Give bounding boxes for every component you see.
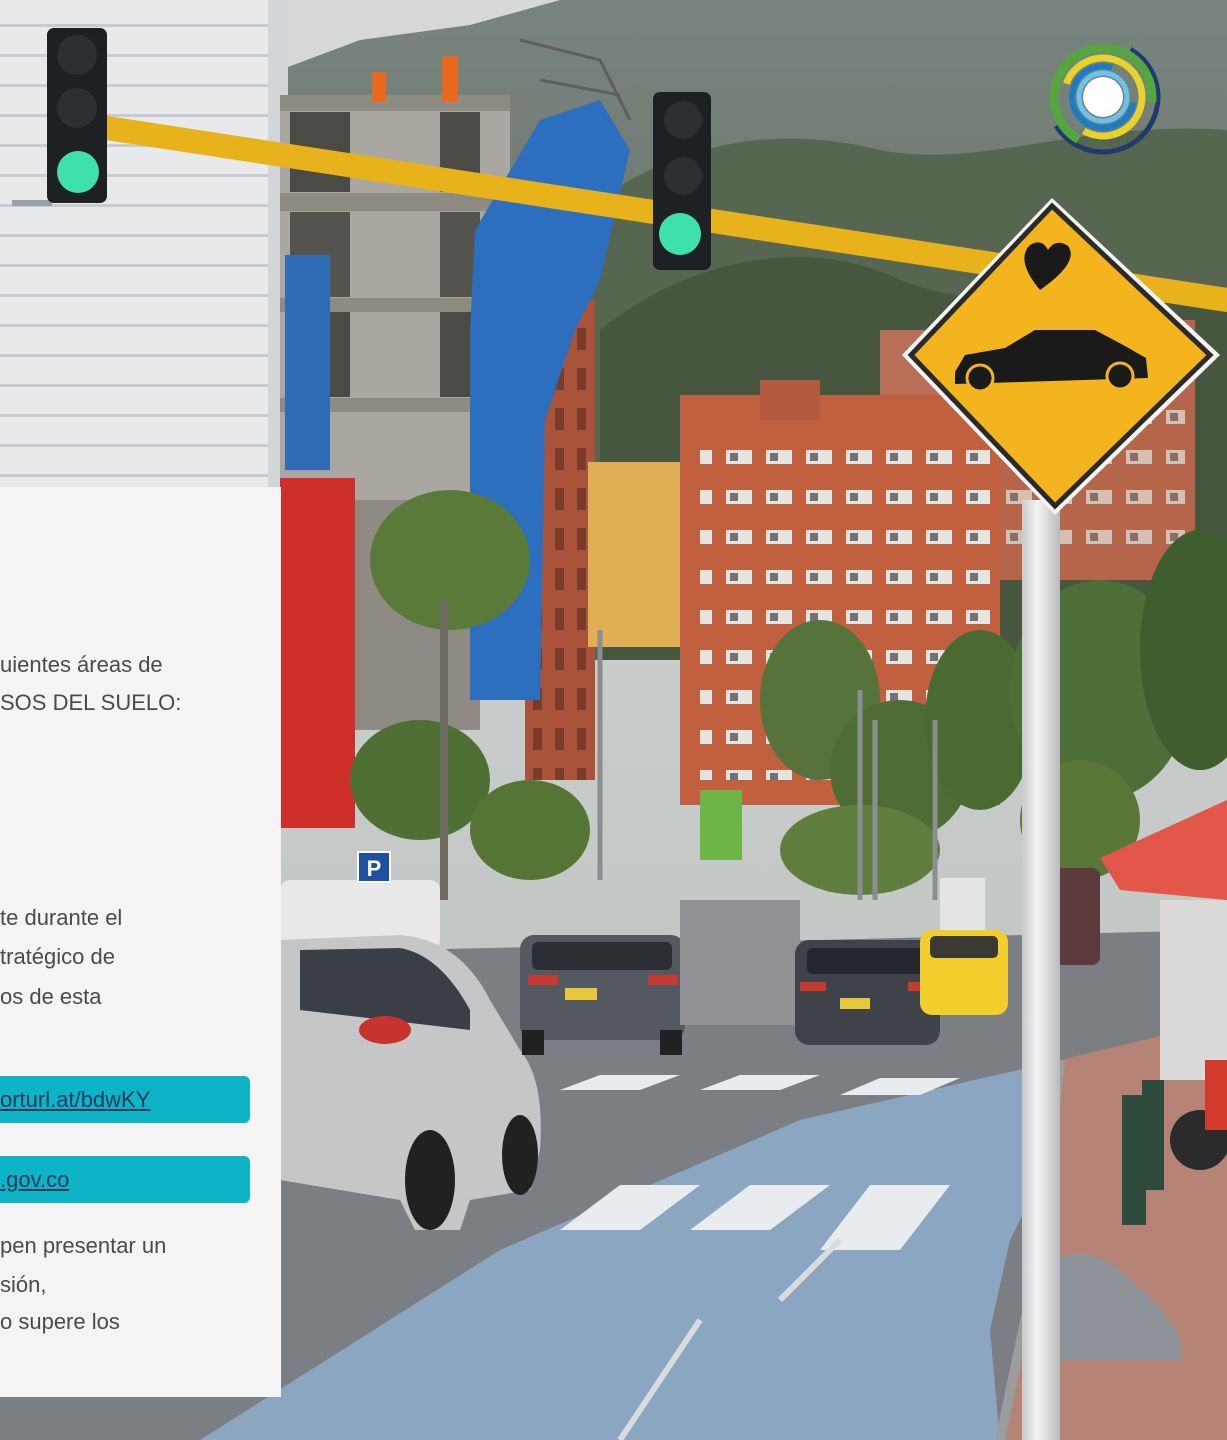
logo-rings-icon: [1045, 39, 1161, 155]
gov-link-label[interactable]: .gov.co: [0, 1167, 69, 1193]
paragraph-line: o supere los: [0, 1309, 120, 1334]
white-truck: [940, 878, 985, 930]
circular-rings-logo[interactable]: [1042, 36, 1164, 158]
red-building: [280, 478, 355, 828]
blue-safety-net-left: [285, 255, 330, 470]
parking-sign-icon: P: [357, 851, 391, 883]
traffic-light-icon: [47, 28, 107, 203]
white-office-building: [0, 0, 288, 490]
parking-sign-label: P: [367, 856, 382, 881]
flatbed-truck: [680, 900, 800, 1025]
green-billboard: [700, 790, 742, 860]
construction-worker: [442, 56, 458, 102]
gray-suv: [795, 940, 940, 1045]
maroon-van: [1053, 868, 1100, 965]
paragraph-line: pen presentar un: [0, 1233, 167, 1258]
yellow-taxi: [920, 930, 1008, 1015]
shorturl-link-button[interactable]: orturl.at/bdwKY: [0, 1076, 250, 1123]
construction-worker: [372, 72, 386, 102]
info-card: uientes áreas de SOS DEL SUELO: te duran…: [0, 487, 281, 1397]
sign-pole: [1022, 500, 1060, 1440]
gov-link-button[interactable]: .gov.co: [0, 1156, 250, 1203]
paragraph-line: SOS DEL SUELO:: [0, 690, 182, 715]
shorturl-link-label[interactable]: orturl.at/bdwKY: [0, 1087, 150, 1113]
dark-suv: [520, 935, 685, 1055]
traffic-light-icon: [653, 92, 711, 270]
paragraph-line: os de esta: [0, 984, 102, 1009]
paragraph-line: sión,: [0, 1272, 47, 1297]
paragraph-line: te durante el: [0, 905, 123, 930]
paragraph-line: uientes áreas de: [0, 652, 163, 677]
paragraph-line: tratégico de: [0, 944, 115, 969]
